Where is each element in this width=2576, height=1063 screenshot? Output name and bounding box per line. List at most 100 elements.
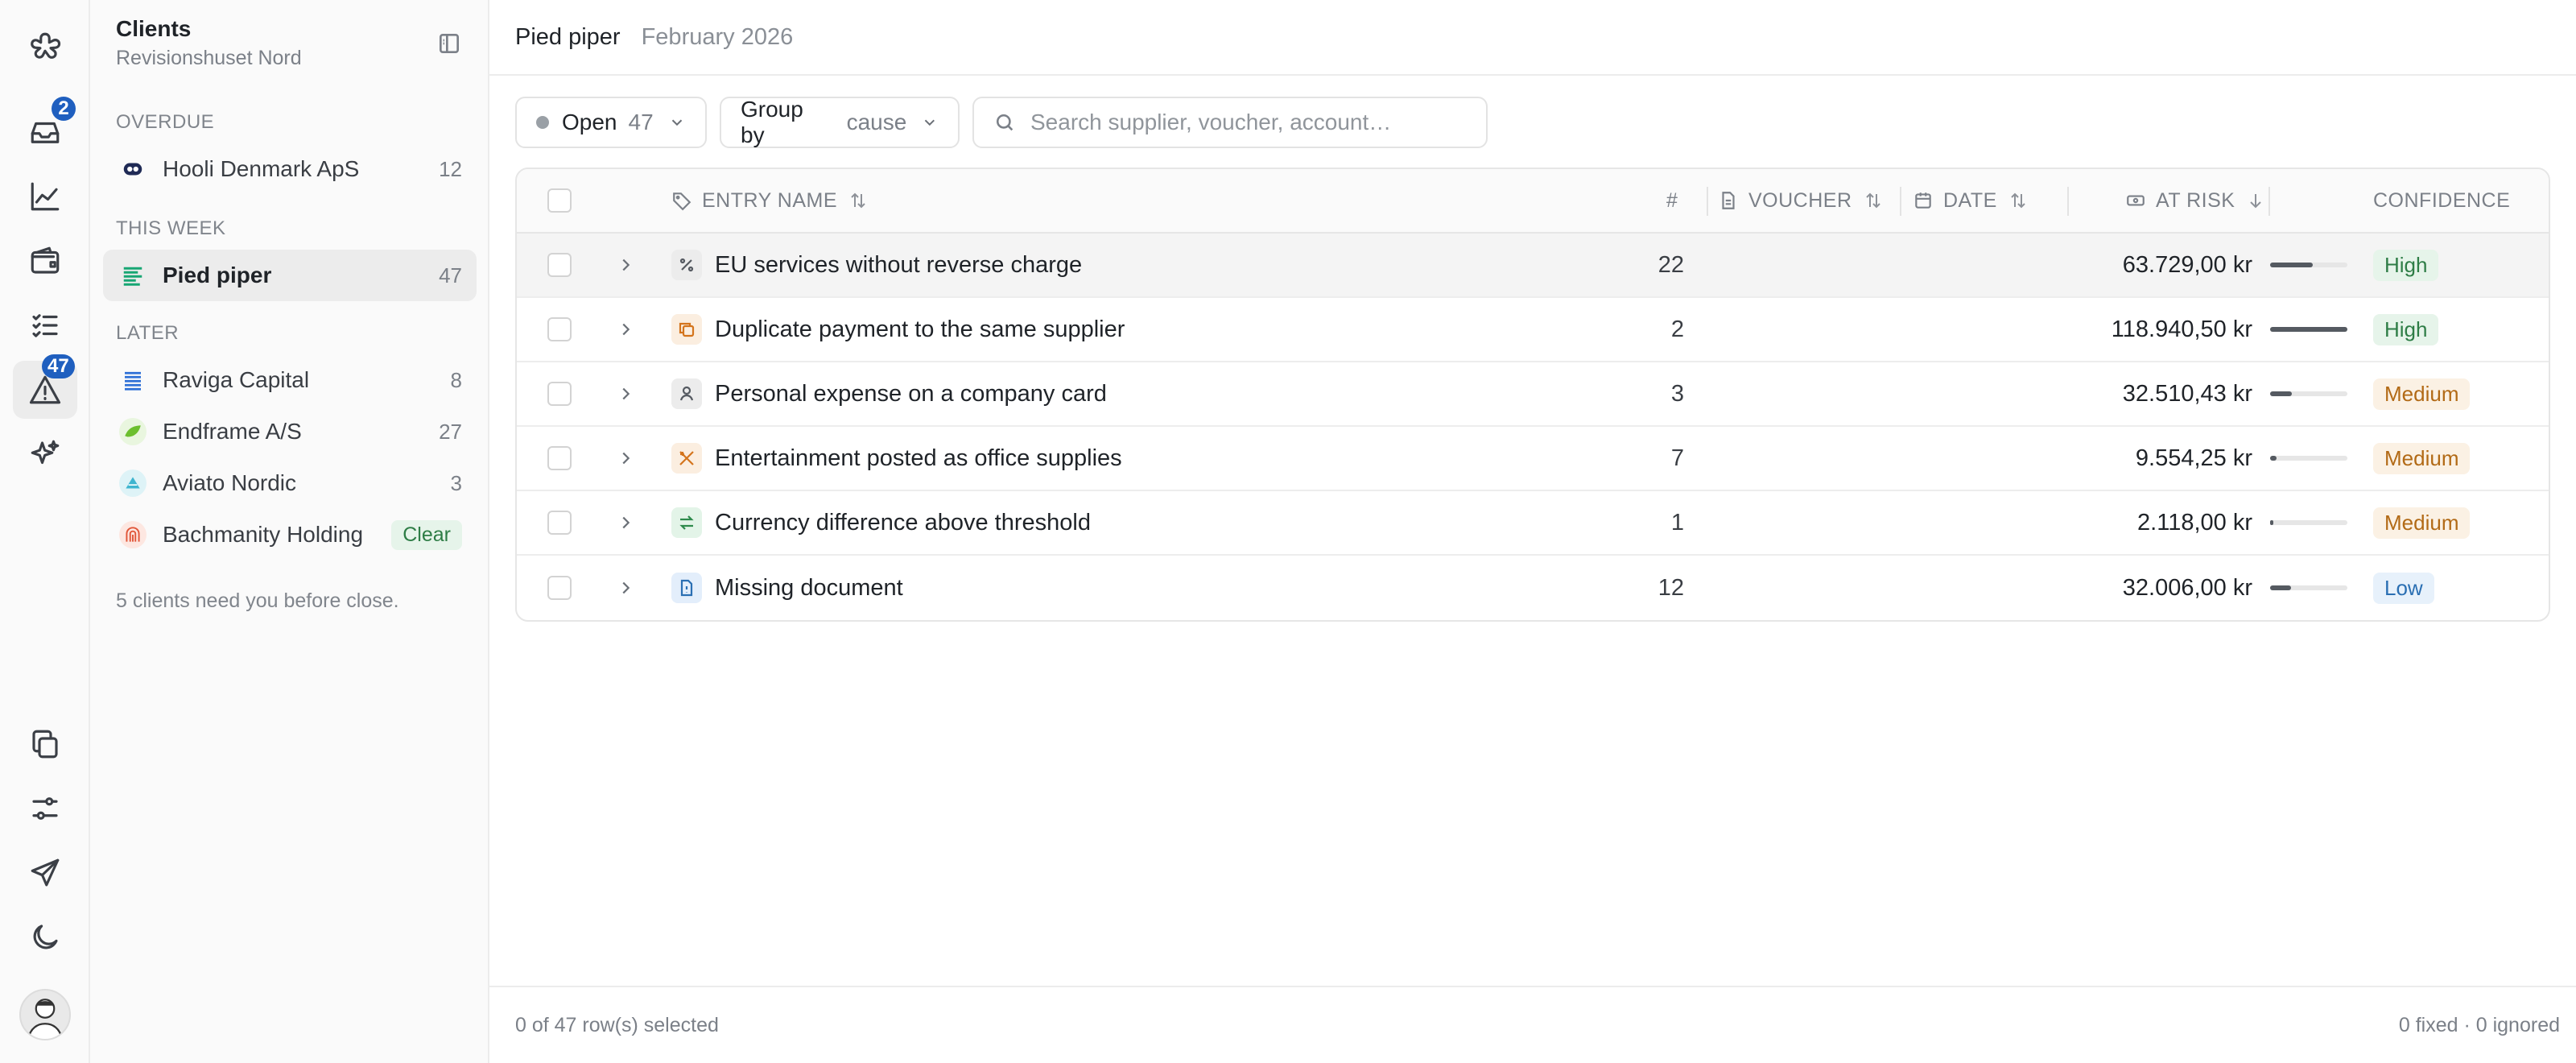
banknote-icon bbox=[2127, 195, 2145, 206]
sort-icon[interactable] bbox=[2008, 191, 2028, 210]
section-overdue: OVERDUE bbox=[116, 111, 215, 133]
group-by-button[interactable]: Group by cause bbox=[720, 97, 960, 148]
table-row[interactable]: Duplicate payment to the same supplier 2… bbox=[517, 298, 2549, 362]
client-item-raviga[interactable]: Raviga Capital 8 bbox=[103, 354, 477, 406]
copy-icon[interactable] bbox=[13, 715, 77, 773]
bachmanity-logo-icon bbox=[119, 521, 147, 548]
avatar[interactable] bbox=[19, 989, 71, 1040]
client-item-pied-piper[interactable]: Pied piper 47 bbox=[103, 250, 477, 301]
confidence-badge: High bbox=[2373, 313, 2439, 345]
sliders-icon[interactable] bbox=[13, 780, 77, 838]
inbox-badge: 2 bbox=[52, 97, 76, 121]
client-name: Endframe A/S bbox=[163, 419, 302, 444]
checklist-icon[interactable] bbox=[13, 296, 77, 354]
row-checkbox[interactable] bbox=[547, 317, 572, 341]
section-later: LATER bbox=[116, 322, 180, 344]
expand-row-button[interactable] bbox=[617, 491, 634, 554]
expand-row-button[interactable] bbox=[617, 556, 634, 620]
document-icon bbox=[671, 573, 702, 603]
entry-name: Personal expense on a company card bbox=[715, 380, 1107, 407]
confidence-badge: High bbox=[2373, 249, 2439, 281]
select-all-checkbox[interactable] bbox=[547, 188, 572, 213]
expand-row-button[interactable] bbox=[617, 298, 634, 361]
entry-count: 2 bbox=[1670, 316, 1684, 342]
client-item-bachmanity[interactable]: Bachmanity Holding Clear bbox=[103, 509, 477, 560]
pied-piper-logo-icon bbox=[119, 262, 147, 289]
sort-icon[interactable] bbox=[848, 191, 868, 210]
table-row[interactable]: EU services without reverse charge 22 63… bbox=[517, 234, 2549, 298]
moon-icon[interactable] bbox=[13, 908, 77, 966]
table-row[interactable]: Missing document 12 32.006,00 kr Low bbox=[517, 556, 2549, 620]
section-this-week: THIS WEEK bbox=[116, 217, 226, 239]
at-risk-amount: 118.940,50 kr bbox=[2111, 316, 2252, 342]
endframe-logo-icon bbox=[119, 418, 147, 445]
icon-rail: 2 47 bbox=[0, 0, 90, 1063]
row-checkbox[interactable] bbox=[547, 576, 572, 600]
sidebar-title: Clients bbox=[116, 16, 192, 41]
chevron-right-icon bbox=[622, 581, 630, 594]
client-count: 47 bbox=[439, 263, 462, 287]
client-count: 3 bbox=[450, 470, 462, 495]
row-checkbox[interactable] bbox=[547, 382, 572, 406]
column-voucher[interactable]: VOUCHER bbox=[1718, 169, 1883, 232]
sort-descending-icon[interactable] bbox=[2246, 191, 2265, 210]
status-filter-button[interactable]: Open 47 bbox=[515, 97, 707, 148]
sparkles-icon[interactable] bbox=[13, 425, 77, 483]
duplicate-icon bbox=[671, 314, 702, 345]
utensils-icon bbox=[671, 443, 702, 474]
expand-row-button[interactable] bbox=[617, 427, 634, 490]
send-icon[interactable] bbox=[13, 844, 77, 902]
column-at-risk[interactable]: AT RISK bbox=[2125, 169, 2265, 232]
group-by-label: Group by bbox=[741, 97, 803, 147]
entry-name: EU services without reverse charge bbox=[715, 251, 1083, 278]
chevron-down-icon bbox=[671, 119, 682, 126]
row-checkbox[interactable] bbox=[547, 253, 572, 277]
client-item-endframe[interactable]: Endframe A/S 27 bbox=[103, 406, 477, 457]
column-entry-name[interactable]: ENTRY NAME bbox=[671, 169, 868, 232]
expand-row-button[interactable] bbox=[617, 234, 634, 296]
row-checkbox[interactable] bbox=[547, 446, 572, 470]
table-row[interactable]: Currency difference above threshold 1 2.… bbox=[517, 491, 2549, 556]
person-icon bbox=[671, 378, 702, 409]
client-count: 8 bbox=[450, 367, 462, 392]
client-item-aviato[interactable]: Aviato Nordic 3 bbox=[103, 457, 477, 509]
entry-count: 3 bbox=[1670, 380, 1684, 407]
risk-level-bar bbox=[2270, 327, 2347, 332]
chevron-right-icon bbox=[622, 387, 630, 400]
chart-icon[interactable] bbox=[13, 168, 77, 225]
row-checkbox[interactable] bbox=[547, 511, 572, 535]
hooli-logo-icon bbox=[119, 155, 147, 183]
entry-name: Duplicate payment to the same supplier bbox=[715, 316, 1125, 342]
column-date[interactable]: DATE bbox=[1913, 169, 2028, 232]
search-input[interactable]: Search supplier, voucher, account… bbox=[972, 97, 1488, 148]
sort-icon[interactable] bbox=[1864, 191, 1883, 210]
sidebar-footer-note: 5 clients need you before close. bbox=[116, 589, 399, 612]
client-name: Hooli Denmark ApS bbox=[163, 156, 360, 181]
entry-name: Entertainment posted as office supplies bbox=[715, 445, 1122, 471]
chevron-right-icon bbox=[622, 452, 630, 465]
file-icon bbox=[1722, 192, 1735, 209]
client-name: Pied piper bbox=[163, 263, 272, 287]
breadcrumb-client[interactable]: Pied piper bbox=[515, 24, 621, 51]
client-name: Raviga Capital bbox=[163, 367, 310, 392]
client-item-hooli[interactable]: Hooli Denmark ApS 12 bbox=[103, 143, 477, 195]
group-by-value: cause bbox=[846, 110, 907, 134]
column-divider bbox=[1900, 187, 1901, 216]
confidence-badge: Medium bbox=[2373, 442, 2471, 474]
percent-icon bbox=[671, 250, 702, 280]
column-count: # bbox=[1666, 188, 1678, 212]
risk-level-bar bbox=[2270, 585, 2347, 590]
table-row[interactable]: Personal expense on a company card 3 32.… bbox=[517, 362, 2549, 427]
calendar-icon bbox=[1915, 192, 1931, 209]
table-row[interactable]: Entertainment posted as office supplies … bbox=[517, 427, 2549, 491]
entry-count: 1 bbox=[1670, 509, 1684, 536]
expand-row-button[interactable] bbox=[617, 362, 634, 425]
wallet-icon[interactable] bbox=[13, 232, 77, 290]
risk-level-bar bbox=[2270, 391, 2347, 396]
app-logo-icon[interactable] bbox=[13, 18, 77, 76]
clients-sidebar: Clients Revisionshuset Nord OVERDUE Hool… bbox=[90, 0, 489, 1063]
entry-count: 7 bbox=[1670, 445, 1684, 471]
aviato-logo-icon bbox=[119, 469, 147, 497]
search-placeholder: Search supplier, voucher, account… bbox=[1030, 110, 1392, 134]
sidebar-collapse-icon[interactable] bbox=[436, 31, 462, 56]
